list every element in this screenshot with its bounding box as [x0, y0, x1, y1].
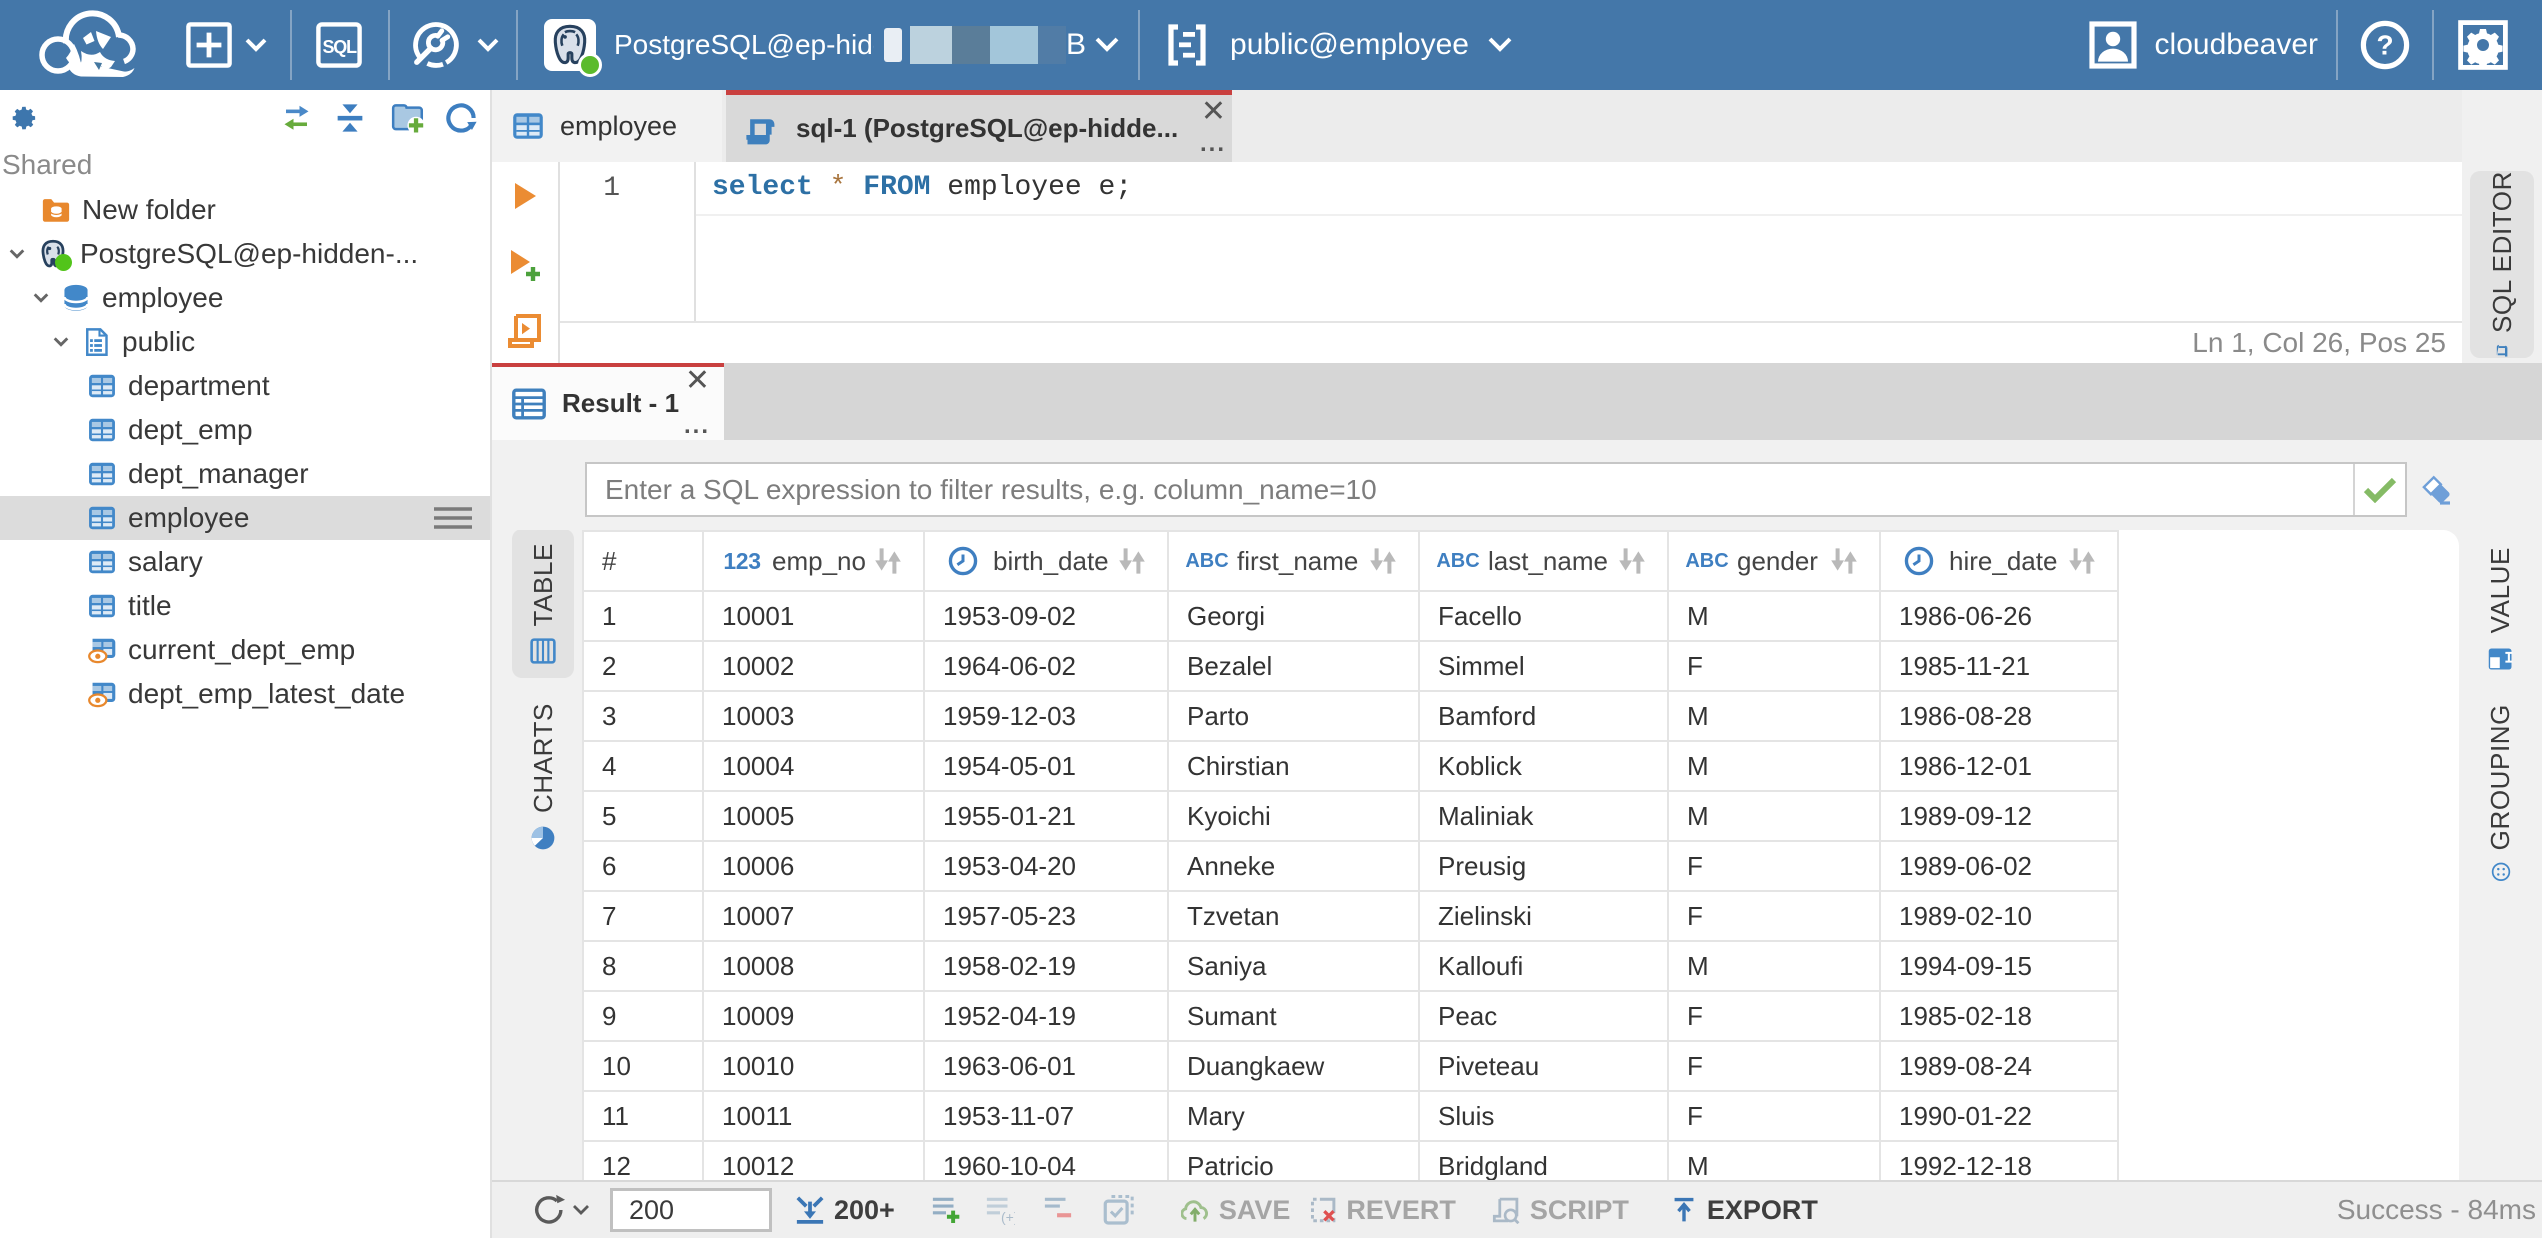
- svg-text:SQL: SQL: [322, 37, 357, 57]
- svg-text:?: ?: [2376, 30, 2393, 61]
- svg-text:(+): (+): [1001, 1209, 1015, 1225]
